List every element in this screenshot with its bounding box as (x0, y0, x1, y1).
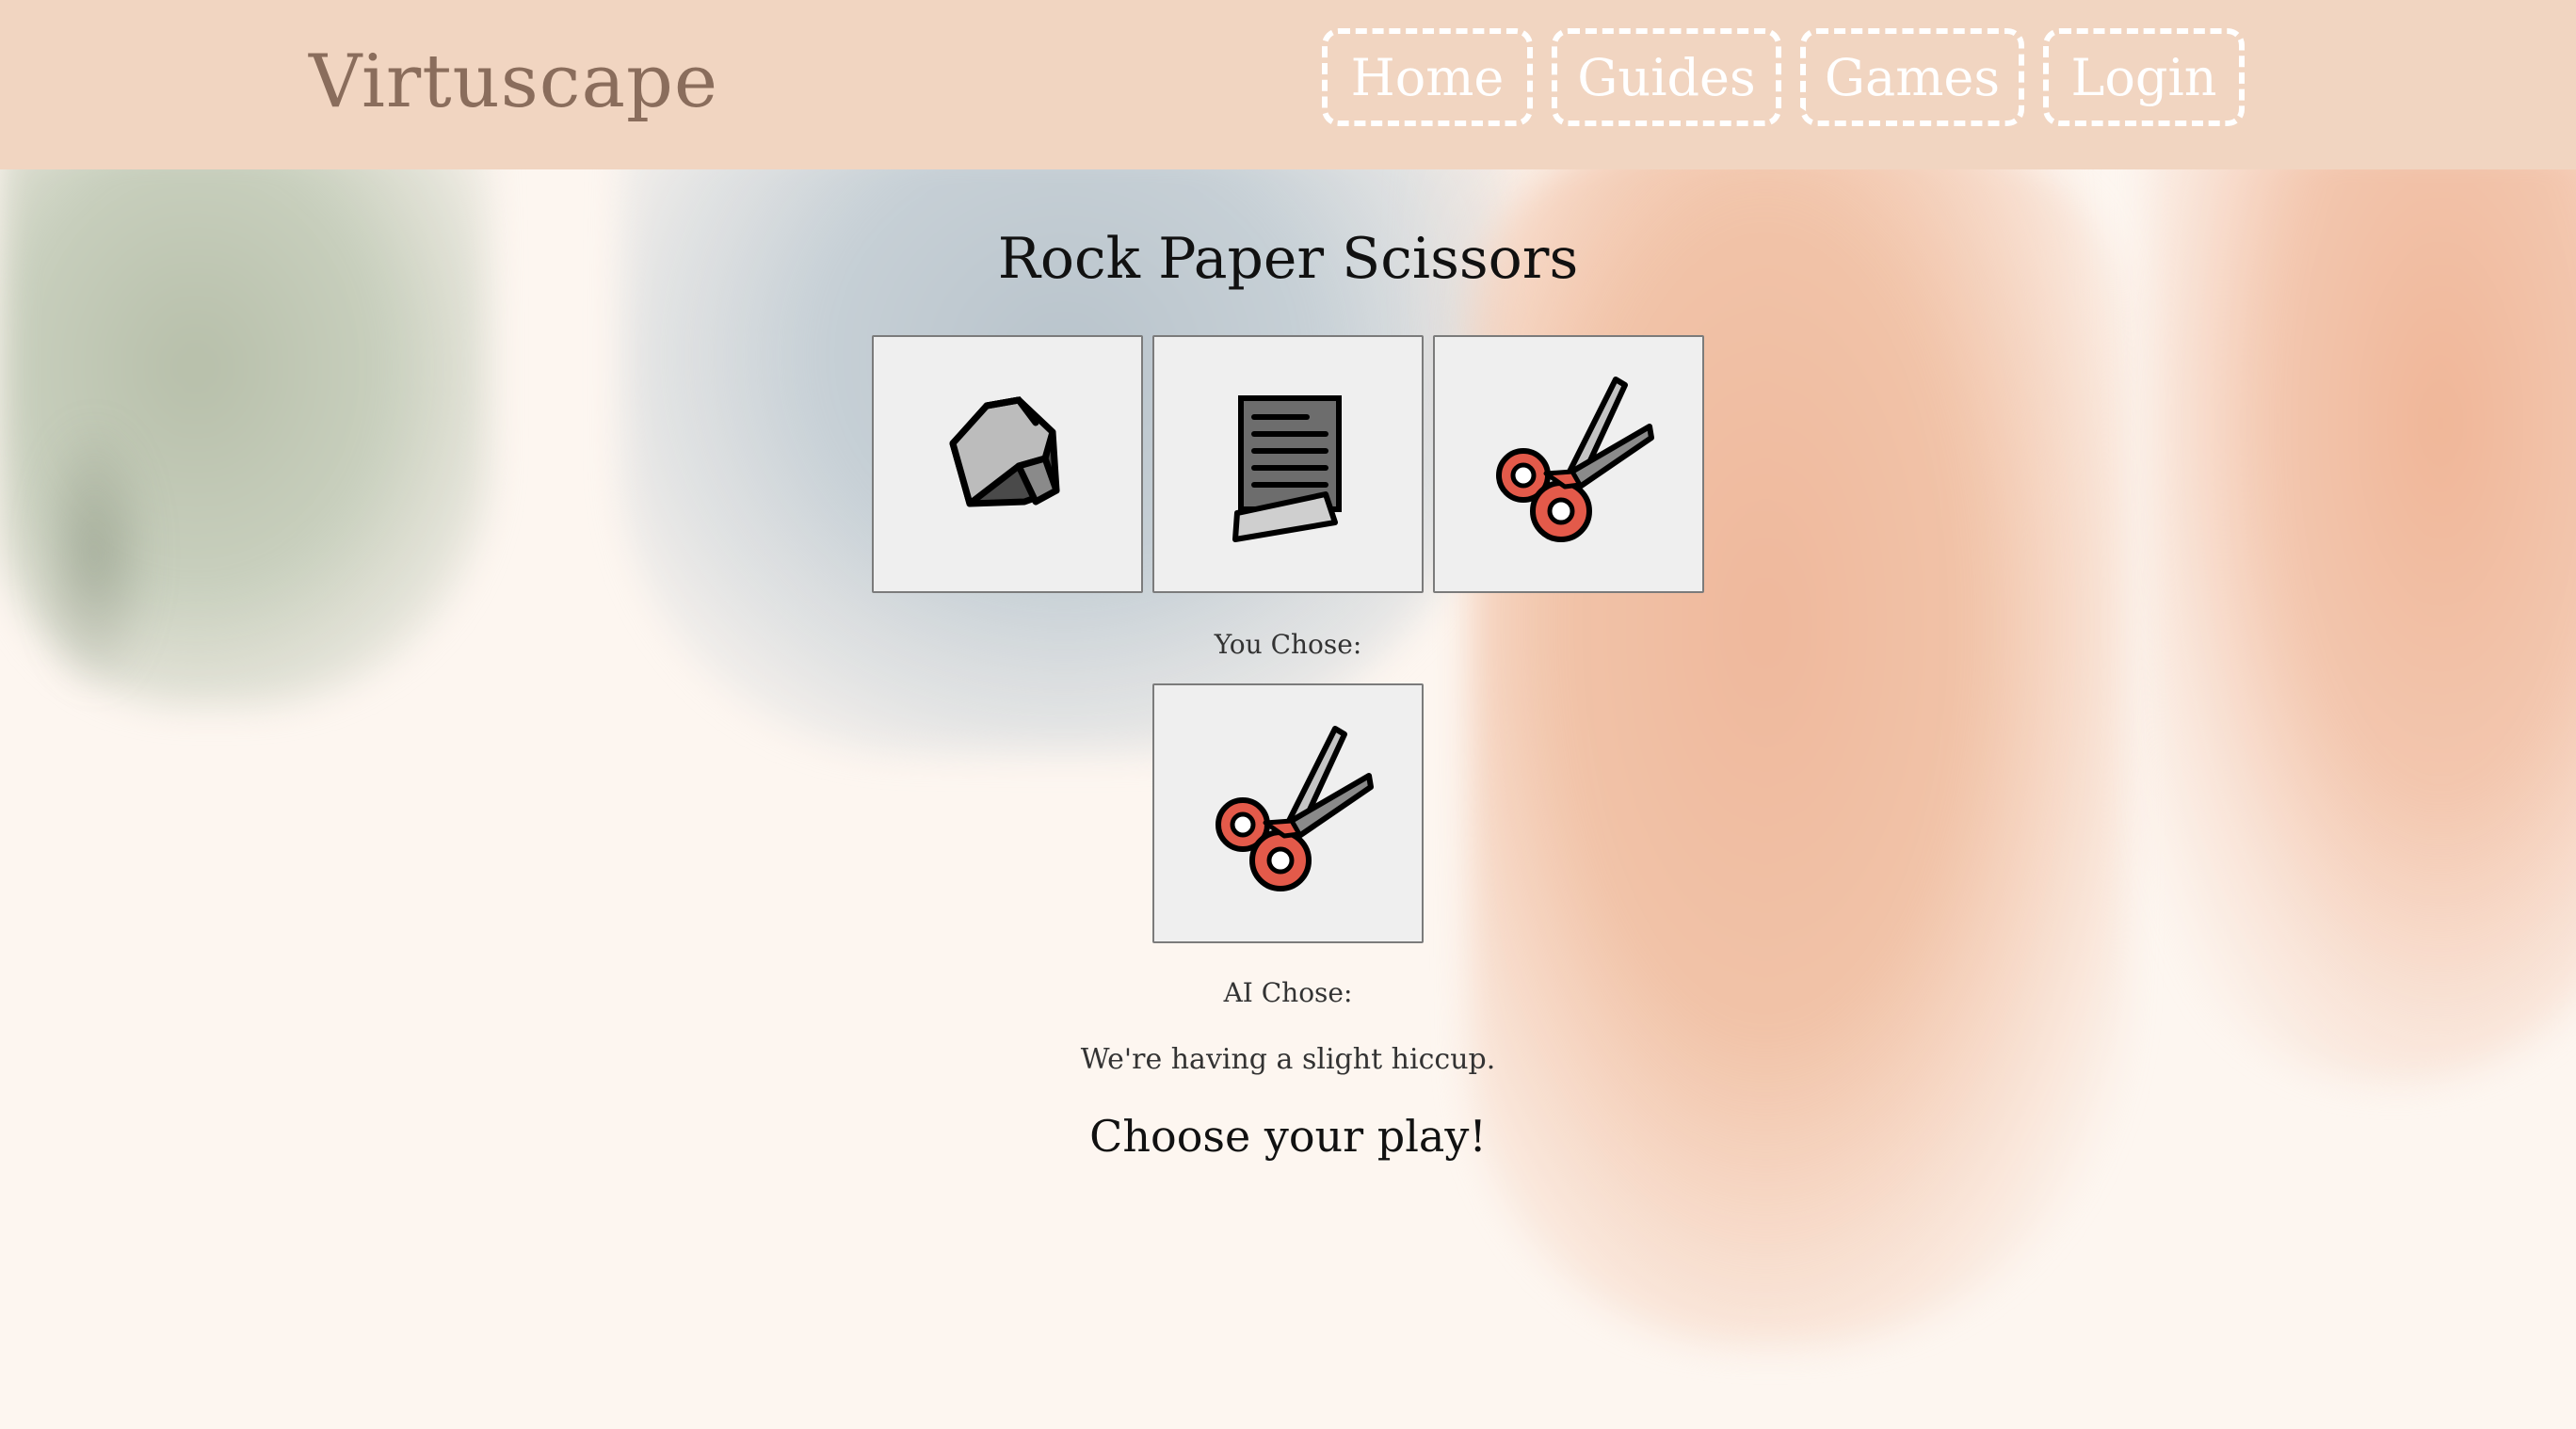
scissors-icon (1216, 726, 1374, 891)
play-prompt: Choose your play! (1089, 1111, 1487, 1162)
game-area: Rock Paper Scissors You Chose: AI Chose:… (0, 169, 2576, 1167)
paper-choice-button[interactable] (1152, 335, 1424, 593)
paper-icon (1232, 395, 1342, 542)
scissors-choice-button[interactable] (1433, 335, 1704, 593)
scissors-icon (1496, 377, 1654, 542)
rock-icon (949, 396, 1060, 507)
page-title: Rock Paper Scissors (997, 226, 1579, 292)
nav-games-button[interactable]: Games (1800, 28, 2024, 126)
site-header: Virtuscape Home Guides Games Login (0, 0, 2576, 169)
nav-login-button[interactable]: Login (2043, 28, 2245, 126)
brand-logo[interactable]: Virtuscape (309, 40, 718, 124)
status-message: We're having a slight hiccup. (1080, 1043, 1496, 1076)
main-nav: Home Guides Games Login (1322, 28, 2245, 126)
nav-guides-button[interactable]: Guides (1552, 28, 1781, 126)
choice-row (0, 335, 2576, 593)
rock-choice-button[interactable] (872, 335, 1143, 593)
nav-home-button[interactable]: Home (1322, 28, 1533, 126)
you-chose-label: You Chose: (1214, 629, 1362, 660)
you-chose-display (1152, 683, 1424, 943)
ai-chose-label: AI Chose: (1223, 977, 1353, 1008)
